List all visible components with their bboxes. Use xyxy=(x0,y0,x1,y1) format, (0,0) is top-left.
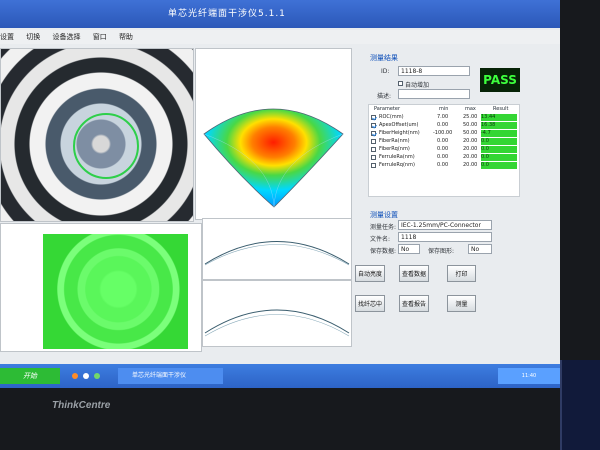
parameter-name: ROC(mm) xyxy=(379,114,404,120)
max-value: 50.00 xyxy=(463,130,478,136)
measure-button[interactable]: 测量 xyxy=(447,295,476,312)
file-field[interactable]: 1118 xyxy=(398,232,492,242)
view-report-button[interactable]: 查看报告 xyxy=(399,295,429,312)
profile-curve-bottom xyxy=(204,309,350,337)
id-label: ID: xyxy=(381,68,390,75)
result-value: 16.38 xyxy=(481,122,517,129)
description-label: 描述: xyxy=(377,93,392,100)
thinkcentre-logo: ThinkCentre xyxy=(52,400,111,411)
core-circle xyxy=(73,113,139,179)
start-button[interactable]: 开始 xyxy=(0,368,60,384)
window-title: 单芯光纤端面干涉仪5.1.1 xyxy=(168,9,286,19)
table-row[interactable]: ROC(mm) 7.00 25.00 13.44 xyxy=(369,114,519,121)
min-value: 7.00 xyxy=(437,114,449,120)
auto-increment-label: 自动增加 xyxy=(405,82,430,89)
menu-help[interactable]: 帮助 xyxy=(119,30,133,44)
screen: 单芯光纤端面干涉仪5.1.1 设置 切换 设备选择 窗口 帮助 测量结果 ID:… xyxy=(0,0,560,388)
min-value: 0.00 xyxy=(437,138,449,144)
max-value: 50.00 xyxy=(463,122,478,128)
parameter-name: FerruleRq(nm) xyxy=(379,162,415,168)
result-value: 0.0 xyxy=(481,154,517,161)
check-icon[interactable] xyxy=(371,131,376,136)
interference-ring-view xyxy=(0,48,194,222)
column-min: min xyxy=(439,106,449,112)
result-value: -4.7 xyxy=(481,130,517,137)
table-row[interactable]: FiberRq(nm) 0.00 20.00 0.0 xyxy=(369,146,519,153)
min-value: -100.00 xyxy=(433,130,453,136)
result-value: 0.0 xyxy=(481,146,517,153)
max-value: 20.00 xyxy=(463,162,478,168)
id-field[interactable]: 1118-8 xyxy=(398,66,470,76)
profile-view-top xyxy=(202,218,352,280)
task-select[interactable]: IEC-1.25mm/PC-Connector xyxy=(398,220,492,230)
flat-surface-map xyxy=(43,234,188,349)
result-value: 0.0 xyxy=(481,162,517,169)
save-data-label: 保存数据: xyxy=(370,248,397,255)
quick-launch-icon[interactable] xyxy=(72,373,78,379)
surface-3d-plot xyxy=(203,108,344,208)
task-label: 测量任务: xyxy=(370,224,397,231)
file-label: 文件名: xyxy=(370,236,391,243)
parameter-name: FiberRq(nm) xyxy=(379,146,410,152)
menu-bar: 设置 切换 设备选择 窗口 帮助 xyxy=(0,30,560,44)
max-value: 20.00 xyxy=(463,146,478,152)
save-pic-select[interactable]: No xyxy=(468,244,492,254)
flat-surface-view xyxy=(0,223,202,352)
checkbox[interactable] xyxy=(371,155,376,160)
max-value: 20.00 xyxy=(463,138,478,144)
min-value: 0.00 xyxy=(437,146,449,152)
table-row[interactable]: FerruleRq(nm) 0.00 20.00 0.0 xyxy=(369,162,519,169)
title-bar: 单芯光纤端面干涉仪5.1.1 xyxy=(0,0,560,28)
table-row[interactable]: ApexOffset(um) 0.00 50.00 16.38 xyxy=(369,122,519,129)
checkbox[interactable] xyxy=(371,163,376,168)
check-icon[interactable] xyxy=(371,123,376,128)
view-data-button[interactable]: 查看数据 xyxy=(399,265,429,282)
profile-curve-top xyxy=(204,241,350,266)
max-value: 25.00 xyxy=(463,114,478,120)
menu-device[interactable]: 设备选择 xyxy=(52,30,80,44)
print-button[interactable]: 打印 xyxy=(447,265,476,282)
result-value: 0.0 xyxy=(481,138,517,145)
parameter-name: FiberRa(nm) xyxy=(379,138,410,144)
result-value: 13.44 xyxy=(481,114,517,121)
description-field[interactable] xyxy=(398,89,470,99)
column-parameter: Parameter xyxy=(374,106,401,112)
min-value: 0.00 xyxy=(437,122,449,128)
menu-switch[interactable]: 切换 xyxy=(26,30,40,44)
measurement-settings-title: 测量设置 xyxy=(370,211,398,219)
quick-launch-icon[interactable] xyxy=(83,373,89,379)
save-data-select[interactable]: No xyxy=(398,244,420,254)
min-value: 0.00 xyxy=(437,154,449,160)
find-center-button[interactable]: 找纤芯中 xyxy=(355,295,385,312)
results-table: Parameter min max Result ROC(mm) 7.00 25… xyxy=(368,104,520,197)
parameter-name: FerruleRa(nm) xyxy=(379,154,415,160)
monitor: 单芯光纤端面干涉仪5.1.1 设置 切换 设备选择 窗口 帮助 测量结果 ID:… xyxy=(0,0,600,450)
pass-status: PASS xyxy=(480,68,520,92)
side-device xyxy=(560,360,600,450)
table-row[interactable]: FerruleRa(nm) 0.00 20.00 0.0 xyxy=(369,154,519,161)
system-tray: 11:40 xyxy=(498,368,560,384)
measurement-result-title: 测量结果 xyxy=(370,54,398,62)
taskbar-app-item[interactable]: 单芯光纤端面干涉仪 xyxy=(118,368,223,384)
surface-3d-view xyxy=(195,48,352,220)
parameter-name: FiberHeight(nm) xyxy=(379,130,420,136)
column-result: Result xyxy=(493,106,509,112)
min-value: 0.00 xyxy=(437,162,449,168)
auto-increment-checkbox[interactable] xyxy=(398,81,403,86)
menu-settings[interactable]: 设置 xyxy=(0,30,14,44)
taskbar: 开始 单芯光纤端面干涉仪 11:40 xyxy=(0,364,560,388)
auto-brightness-button[interactable]: 自动亮度 xyxy=(355,265,385,282)
parameter-name: ApexOffset(um) xyxy=(379,122,419,128)
table-row[interactable]: FiberRa(nm) 0.00 20.00 0.0 xyxy=(369,138,519,145)
check-icon[interactable] xyxy=(371,115,376,120)
table-row[interactable]: FiberHeight(nm) -100.00 50.00 -4.7 xyxy=(369,130,519,137)
checkbox[interactable] xyxy=(371,147,376,152)
column-max: max xyxy=(465,106,476,112)
menu-window[interactable]: 窗口 xyxy=(93,30,107,44)
save-pic-label: 保存图形: xyxy=(428,248,455,255)
max-value: 20.00 xyxy=(463,154,478,160)
checkbox[interactable] xyxy=(371,139,376,144)
quick-launch-icon[interactable] xyxy=(94,373,100,379)
profile-view-bottom xyxy=(202,280,352,347)
